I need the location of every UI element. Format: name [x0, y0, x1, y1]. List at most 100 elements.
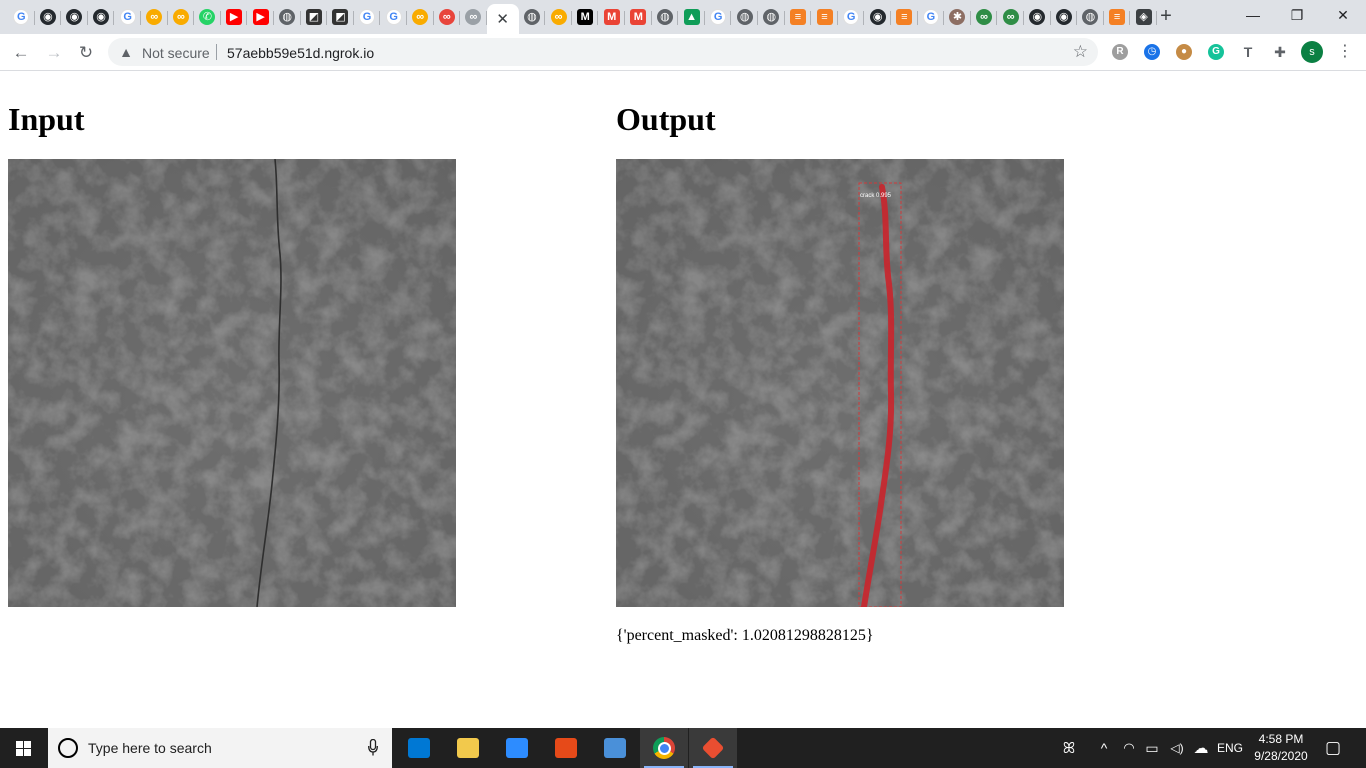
tab[interactable]: G	[918, 4, 945, 30]
tab[interactable]: M	[572, 4, 599, 30]
tab[interactable]: ◉	[1024, 4, 1051, 30]
taskbar-search-box[interactable]: Type here to search	[48, 728, 392, 768]
close-icon[interactable]: ✕	[496, 10, 509, 28]
tab[interactable]: G	[380, 4, 407, 30]
forward-button[interactable]: →	[42, 41, 66, 65]
cookie-extension-icon[interactable]: ●	[1176, 44, 1192, 60]
tab[interactable]: ∞	[407, 4, 434, 30]
stackoverflow-icon: ≡	[1109, 9, 1126, 25]
cortana-icon[interactable]	[58, 738, 78, 758]
colab-icon: ∞	[438, 9, 455, 25]
stackoverflow-icon: ≡	[789, 9, 806, 25]
tab[interactable]: ◍	[758, 4, 785, 30]
extension-r-icon[interactable]: R	[1112, 44, 1128, 60]
browser-toolbar: ← → ↻ ▲ Not secure 57aebb59e51d.ngrok.io…	[0, 34, 1366, 71]
people-icon[interactable]: ꕤ	[1058, 728, 1080, 768]
security-label[interactable]: Not secure	[142, 45, 210, 61]
zoom-icon	[506, 738, 528, 758]
tab[interactable]: ∞	[434, 4, 461, 30]
back-button[interactable]: ←	[9, 41, 33, 65]
chrome-taskbar-button[interactable]	[640, 728, 688, 768]
warning-icon[interactable]: ▲	[118, 44, 134, 60]
zoom-taskbar-button[interactable]	[493, 728, 541, 768]
browser-menu-icon[interactable]: ⋮	[1337, 42, 1353, 62]
clock-date: 9/28/2020	[1254, 749, 1308, 763]
battery-icon[interactable]: ▭	[1142, 728, 1162, 768]
translate-extension-icon[interactable]: T	[1240, 44, 1256, 60]
tab-active[interactable]: ✕	[486, 4, 519, 34]
tab[interactable]: ≡	[811, 4, 838, 30]
tab[interactable]: ▲	[678, 4, 705, 30]
mail-taskbar-button[interactable]	[395, 728, 443, 768]
file-explorer-taskbar-button[interactable]	[444, 728, 492, 768]
reload-button[interactable]: ↻	[74, 41, 98, 65]
tab[interactable]: ∞	[997, 4, 1024, 30]
close-window-button[interactable]: ✕	[1323, 4, 1363, 26]
output-image: crack 0.995	[616, 159, 1064, 607]
whatsapp-icon: ✆	[199, 9, 216, 25]
tab[interactable]: ◉	[61, 4, 88, 30]
wifi-icon[interactable]: ◠	[1120, 728, 1138, 768]
tab[interactable]: ◉	[35, 4, 62, 30]
tab[interactable]: ◈	[1130, 4, 1157, 30]
tab[interactable]: ◉	[88, 4, 115, 30]
tab[interactable]: ✱	[944, 4, 971, 30]
tab[interactable]: ▶	[221, 4, 248, 30]
tab[interactable]: ▶	[247, 4, 274, 30]
tab-strip: G ◉ ◉ ◉ G ∞ ∞ ✆ ▶ ▶ ◍ ◩ ◩ G G ∞ ∞ ∞ ✕ ◍ ∞ M M M ◍ ▲ G ◍ ◍ ≡ ≡ G ◉ ≡ G ✱ ∞ ∞ ◉ ◉…	[0, 0, 1366, 34]
profile-avatar[interactable]: s	[1301, 41, 1323, 63]
tab[interactable]: G	[8, 4, 35, 30]
minimize-button[interactable]: —	[1233, 4, 1273, 26]
volume-icon[interactable]: ◁)	[1166, 728, 1188, 768]
tab[interactable]: ≡	[1104, 4, 1131, 30]
geeksforgeeks-icon: ∞	[1002, 9, 1019, 25]
url-text[interactable]: 57aebb59e51d.ngrok.io	[227, 45, 374, 61]
tab[interactable]: ◍	[1077, 4, 1104, 30]
medium-icon: M	[577, 9, 594, 25]
tab[interactable]: ∞	[168, 4, 195, 30]
tab[interactable]: ∞	[141, 4, 168, 30]
tab[interactable]: ◉	[864, 4, 891, 30]
show-hidden-icons-chevron-icon[interactable]: ^	[1096, 728, 1112, 768]
notification-center-icon[interactable]: ▢	[1320, 728, 1346, 768]
paint-app-icon	[555, 738, 577, 758]
start-button[interactable]	[0, 728, 48, 768]
tab[interactable]: ◩	[327, 4, 354, 30]
tab[interactable]: ◍	[652, 4, 679, 30]
tab[interactable]: ✆	[194, 4, 221, 30]
tab[interactable]: ≡	[891, 4, 918, 30]
tab[interactable]: ≡	[785, 4, 812, 30]
tab[interactable]: ∞	[545, 4, 572, 30]
address-bar[interactable]: ▲ Not secure 57aebb59e51d.ngrok.io ☆	[108, 38, 1098, 66]
microphone-icon[interactable]	[368, 739, 378, 756]
tab[interactable]: ◩	[301, 4, 328, 30]
git-taskbar-button[interactable]	[689, 728, 737, 768]
tab[interactable]: ∞	[971, 4, 998, 30]
google-icon: G	[922, 9, 939, 25]
paint-app-taskbar-button[interactable]	[542, 728, 590, 768]
tab[interactable]: G	[114, 4, 141, 30]
tab[interactable]: ◍	[274, 4, 301, 30]
tab[interactable]: ◍	[519, 4, 546, 30]
tab[interactable]: G	[705, 4, 732, 30]
puzzle-icon[interactable]: ✚	[1272, 44, 1288, 60]
tab[interactable]: ◍	[731, 4, 758, 30]
new-tab-button[interactable]: +	[1156, 6, 1176, 26]
tab[interactable]: ◉	[1051, 4, 1078, 30]
grammarly-icon[interactable]: G	[1208, 44, 1224, 60]
tab[interactable]: M	[598, 4, 625, 30]
search-placeholder[interactable]: Type here to search	[88, 740, 212, 756]
clock-extension-icon[interactable]: ◷	[1144, 44, 1160, 60]
clock[interactable]: 4:58 PM 9/28/2020	[1250, 731, 1312, 765]
gmail-icon: M	[630, 9, 647, 25]
language-indicator[interactable]: ENG	[1214, 728, 1246, 768]
tab[interactable]: G	[838, 4, 865, 30]
tab[interactable]: G	[354, 4, 381, 30]
onedrive-cloud-icon[interactable]: ☁	[1191, 728, 1211, 768]
tab[interactable]: M	[625, 4, 652, 30]
remote-desktop-taskbar-button[interactable]	[591, 728, 639, 768]
bookmark-star-icon[interactable]: ☆	[1073, 42, 1088, 62]
restore-button[interactable]: ❐	[1277, 4, 1317, 26]
globe-icon: ◍	[763, 9, 780, 25]
tab[interactable]: ∞	[460, 4, 487, 30]
